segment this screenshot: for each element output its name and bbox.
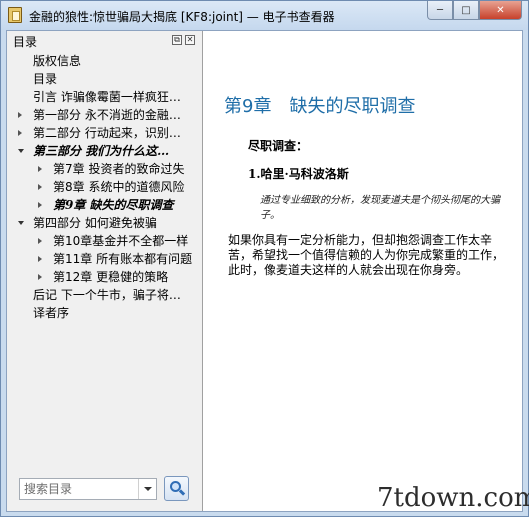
toc-item[interactable]: 第11章 所有账本都有问题 <box>7 250 203 268</box>
expand-arrow-icon[interactable] <box>38 274 42 280</box>
book-content[interactable]: 第9章 缺失的尽职调查 尽职调查： 1.哈里·马科波洛斯 通过专业细致的分析，发… <box>204 31 522 511</box>
section-title: 尽职调查： <box>248 139 309 153</box>
toc-item[interactable]: 第8章 系统中的道德风险 <box>7 178 203 196</box>
toc-item[interactable]: 引言 诈骗像霉菌一样疯狂… <box>7 88 203 106</box>
collapse-arrow-icon[interactable] <box>18 221 24 225</box>
epigraph-quote: 通过专业细致的分析，发现麦道夫是个彻头彻尾的大骗子。 <box>260 195 500 221</box>
toc-item[interactable]: 目录 <box>7 70 203 88</box>
toc-title: 目录 <box>13 35 38 49</box>
toc-item-label: 第9章 缺失的尽职调查 <box>53 198 174 212</box>
toc-item-label: 版权信息 <box>33 54 82 68</box>
collapse-arrow-icon[interactable] <box>18 149 24 153</box>
toc-item[interactable]: 第10章基金并不全都一样 <box>7 232 203 250</box>
close-pane-icon[interactable]: ✕ <box>185 35 195 45</box>
site-watermark: 7tdown.com <box>377 483 529 513</box>
app-window: 金融的狼性:惊世骗局大揭底 [KF8:joint] — 电子书查看器 ─ □ ✕… <box>0 0 529 517</box>
expand-arrow-icon[interactable] <box>18 112 22 118</box>
toc-item[interactable]: 第二部分 行动起来，识别… <box>7 124 203 142</box>
toc-tree: 版权信息目录引言 诈骗像霉菌一样疯狂… 第一部分 永不消逝的金融… 第二部分 行动起… <box>7 52 203 322</box>
close-button[interactable]: ✕ <box>479 1 522 20</box>
toc-item[interactable]: 译者序 <box>7 304 203 322</box>
toc-item[interactable]: 后记 下一个牛市，骗子将… <box>7 286 203 304</box>
search-button[interactable] <box>164 476 189 501</box>
client-area: 目录 ⧉ ✕ 版权信息 目录 引言 诈骗像霉菌一样疯狂… 第一部分 永不消逝的金融… 第… <box>6 30 523 512</box>
toc-item-label: 第一部分 永不消逝的金融… <box>33 108 181 122</box>
toc-item[interactable]: 版权信息 <box>7 52 203 70</box>
toc-item-label: 目录 <box>33 72 58 86</box>
toc-search-combo <box>19 478 157 500</box>
toc-item-label: 引言 诈骗像霉菌一样疯狂… <box>33 90 181 104</box>
window-title: 金融的狼性:惊世骗局大揭底 [KF8:joint] — 电子书查看器 <box>29 10 335 24</box>
toc-search-input[interactable] <box>20 479 136 499</box>
toc-item[interactable]: 第12章 更稳健的策略 <box>7 268 203 286</box>
toc-header: 目录 ⧉ ✕ <box>7 31 203 49</box>
toc-sidebar: 目录 ⧉ ✕ 版权信息 目录 引言 诈骗像霉菌一样疯狂… 第一部分 永不消逝的金融… 第… <box>7 31 203 511</box>
expand-arrow-icon[interactable] <box>18 130 22 136</box>
title-bar[interactable]: 金融的狼性:惊世骗局大揭底 [KF8:joint] — 电子书查看器 ─ □ ✕ <box>1 1 528 30</box>
toc-item-label: 第7章 投资者的致命过失 <box>53 162 185 176</box>
expand-arrow-icon[interactable] <box>38 184 42 190</box>
toc-item-label: 第10章基金并不全都一样 <box>53 234 189 248</box>
minimize-button[interactable]: ─ <box>427 1 453 20</box>
toc-item[interactable]: 第7章 投资者的致命过失 <box>7 160 203 178</box>
subsection-title: 1.哈里·马科波洛斯 <box>248 167 349 181</box>
expand-arrow-icon[interactable] <box>38 166 42 172</box>
expand-arrow-icon[interactable] <box>38 256 42 262</box>
toc-item-label: 第12章 更稳健的策略 <box>53 270 169 284</box>
toc-item[interactable]: 第9章 缺失的尽职调查 <box>7 196 203 214</box>
toc-item-label: 后记 下一个牛市，骗子将… <box>33 288 181 302</box>
toc-item[interactable]: 第三部分 我们为什么这… <box>7 142 203 160</box>
window-controls: ─ □ ✕ <box>427 1 522 20</box>
maximize-button[interactable]: □ <box>453 1 479 20</box>
toc-item-label: 第8章 系统中的道德风险 <box>53 180 185 194</box>
toc-item-label: 第11章 所有账本都有问题 <box>53 252 193 266</box>
search-history-dropdown[interactable] <box>138 479 156 499</box>
book-app-icon <box>8 7 22 23</box>
toc-item-label: 译者序 <box>33 306 70 320</box>
expand-arrow-icon[interactable] <box>38 238 42 244</box>
toc-item-label: 第三部分 我们为什么这… <box>33 144 170 158</box>
toc-item-label: 第四部分 如何避免被骗 <box>33 216 157 230</box>
chapter-title: 第9章 缺失的尽职调查 <box>224 96 416 117</box>
toc-item[interactable]: 第一部分 永不消逝的金融… <box>7 106 203 124</box>
toc-item-label: 第二部分 行动起来，识别… <box>33 126 181 140</box>
body-paragraph: 如果你具有一定分析能力，但却抱怨调查工作太辛苦，希望找一个值得信赖的人为你完成繁… <box>228 233 505 277</box>
expand-arrow-icon[interactable] <box>38 202 42 208</box>
toc-item[interactable]: 第四部分 如何避免被骗 <box>7 214 203 232</box>
undock-icon[interactable]: ⧉ <box>172 35 182 45</box>
